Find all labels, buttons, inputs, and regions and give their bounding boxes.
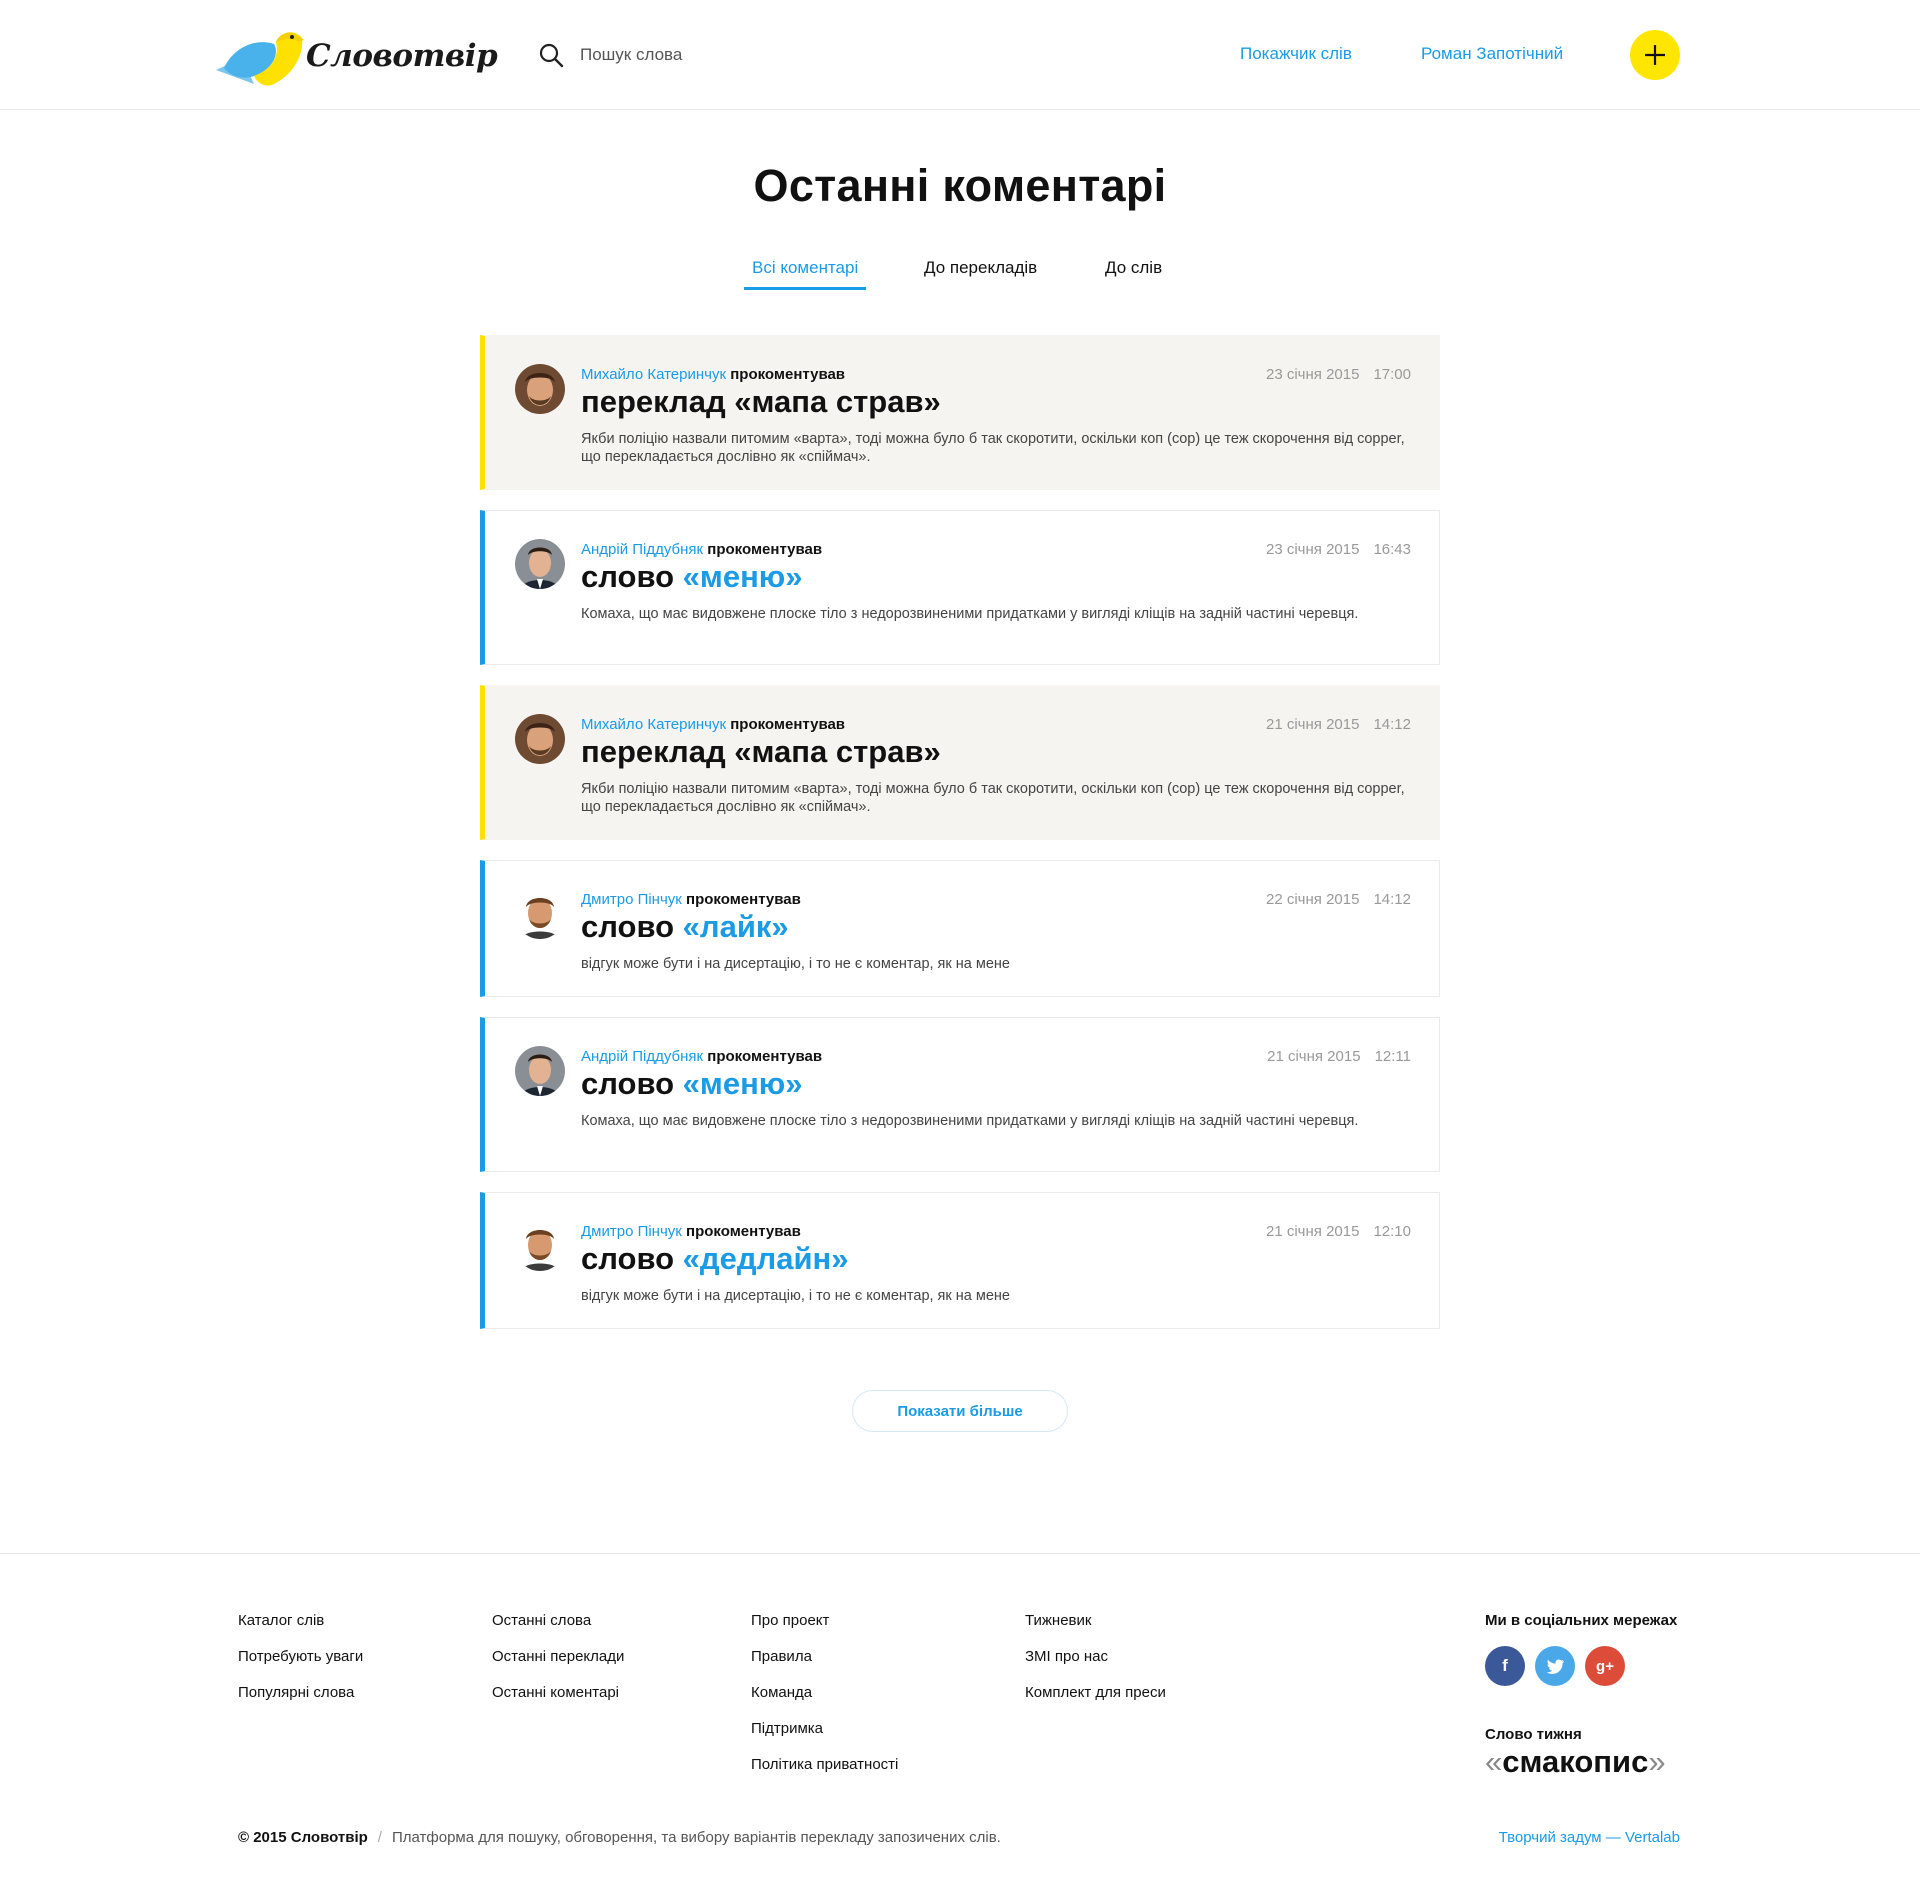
bird-logo-icon: [216, 32, 304, 86]
footer-link[interactable]: Популярні слова: [238, 1684, 363, 1702]
comment-subject[interactable]: слово «лайк»: [581, 909, 1411, 945]
tab-to-words[interactable]: До слів: [1105, 258, 1162, 290]
comment-date: 21 січня 2015 14:12: [1266, 716, 1411, 733]
nav-user-profile[interactable]: Роман Запотічний: [1421, 44, 1563, 64]
footer-col-press: Тижневик ЗМІ про нас Комплект для преси: [1025, 1612, 1166, 1720]
comment-text: Комаха, що має видовжене плоске тіло з н…: [581, 606, 1359, 622]
footer-link[interactable]: Політика приватності: [751, 1756, 898, 1774]
copyright-line: © 2015 Словотвір / Платформа для пошуку, о…: [238, 1829, 1001, 1846]
footer-col-latest: Останні слова Останні переклади Останні …: [492, 1612, 624, 1720]
comment-subject[interactable]: слово «меню»: [581, 559, 1411, 595]
comment-text: відгук може бути і на дисертацію, і то н…: [581, 1288, 1010, 1304]
comment-action: прокоментував: [686, 891, 801, 908]
comment-author-link[interactable]: Андрій Піддубняк: [581, 541, 703, 558]
social-title: Ми в соціальних мережах: [1485, 1612, 1678, 1629]
add-word-button[interactable]: [1630, 30, 1680, 80]
separator: /: [377, 1829, 382, 1846]
search-input[interactable]: [580, 45, 840, 65]
comment-card[interactable]: 21 січня 2015 12:11 Андрій Піддубняк прок…: [480, 1017, 1440, 1172]
search-icon[interactable]: [538, 42, 564, 68]
comment-date: 23 січня 2015 16:43: [1266, 541, 1411, 558]
comment-card[interactable]: 23 січня 2015 17:00 Михайло Катеринчук пр…: [480, 335, 1440, 490]
footer-link[interactable]: Останні слова: [492, 1612, 624, 1630]
avatar[interactable]: [515, 1046, 565, 1096]
logo[interactable]: Словотвір: [214, 24, 498, 88]
comment-text: Якби поліцію назвали питомим «варта», то…: [581, 431, 1405, 465]
avatar[interactable]: [515, 889, 565, 939]
comment-author-link[interactable]: Михайло Катеринчук: [581, 716, 726, 733]
footer-link[interactable]: Каталог слів: [238, 1612, 363, 1630]
word-of-week[interactable]: «смакопис»: [1485, 1744, 1666, 1780]
page-title: Останні коментарі: [753, 160, 1167, 211]
plus-icon: [1645, 45, 1665, 65]
avatar[interactable]: [515, 1221, 565, 1271]
comment-action: прокоментував: [707, 1048, 823, 1065]
tab-to-translations[interactable]: До перекладів: [924, 258, 1037, 290]
comment-author-link[interactable]: Андрій Піддубняк: [581, 1048, 703, 1065]
comment-text: Комаха, що має видовжене плоске тіло з н…: [581, 1113, 1359, 1129]
comment-list: 23 січня 2015 17:00 Михайло Катеринчук пр…: [480, 335, 1440, 1349]
comment-subject[interactable]: переклад «мапа страв»: [581, 384, 1411, 420]
comment-card[interactable]: 21 січня 2015 12:10 Дмитро Пінчук прокоме…: [480, 1192, 1440, 1329]
facebook-icon[interactable]: f: [1485, 1646, 1525, 1686]
comment-text: відгук може бути і на дисертацію, і то н…: [581, 956, 1010, 972]
comment-date: 22 січня 2015 14:12: [1266, 891, 1411, 908]
word-of-week-label: Слово тижня: [1485, 1726, 1582, 1743]
footer-col-catalog: Каталог слів Потребують уваги Популярні …: [238, 1612, 363, 1720]
show-more-button[interactable]: Показати більше: [852, 1390, 1068, 1432]
credit-link[interactable]: Творчий задум — Vertalab: [1499, 1829, 1680, 1846]
footer-link[interactable]: Останні переклади: [492, 1648, 624, 1666]
comment-action: прокоментував: [730, 366, 846, 383]
avatar[interactable]: [515, 364, 565, 414]
footer: Каталог слів Потребують уваги Популярні …: [0, 1553, 1920, 1880]
comment-date: 21 січня 2015 12:11: [1267, 1048, 1411, 1065]
comment-card[interactable]: 22 січня 2015 14:12 Дмитро Пінчук прокоме…: [480, 860, 1440, 997]
copyright: © 2015 Словотвір: [238, 1829, 368, 1846]
comment-author-link[interactable]: Дмитро Пінчук: [581, 891, 682, 908]
footer-link[interactable]: Комплект для преси: [1025, 1684, 1166, 1702]
footer-link[interactable]: Тижневик: [1025, 1612, 1166, 1630]
comment-card[interactable]: 23 січня 2015 16:43 Андрій Піддубняк прок…: [480, 510, 1440, 665]
header: Словотвір Покажчик слів Роман Запотічний: [0, 0, 1920, 110]
footer-link[interactable]: ЗМІ про нас: [1025, 1648, 1166, 1666]
comment-date: 23 січня 2015 17:00: [1266, 366, 1411, 383]
avatar[interactable]: [515, 539, 565, 589]
avatar[interactable]: [515, 714, 565, 764]
footer-link[interactable]: Правила: [751, 1648, 898, 1666]
comment-author-link[interactable]: Дмитро Пінчук: [581, 1223, 682, 1240]
footer-link[interactable]: Про проект: [751, 1612, 898, 1630]
comment-subject[interactable]: слово «дедлайн»: [581, 1241, 1411, 1277]
comment-text: Якби поліцію назвали питомим «варта», то…: [581, 781, 1405, 815]
comment-filter-tabs: Всі коментарі До перекладів До слів: [0, 258, 1920, 292]
footer-link[interactable]: Команда: [751, 1684, 898, 1702]
nav-word-index[interactable]: Покажчик слів: [1240, 44, 1352, 64]
comment-author-link[interactable]: Михайло Катеринчук: [581, 366, 726, 383]
twitter-icon[interactable]: [1535, 1646, 1575, 1686]
google-plus-icon[interactable]: g+: [1585, 1646, 1625, 1686]
footer-link[interactable]: Підтримка: [751, 1720, 898, 1738]
comment-subject[interactable]: слово «меню»: [581, 1066, 1411, 1102]
comment-card[interactable]: 21 січня 2015 14:12 Михайло Катеринчук пр…: [480, 685, 1440, 840]
footer-link[interactable]: Потребують уваги: [238, 1648, 363, 1666]
brand-name: Словотвір: [306, 38, 498, 74]
search-bar: [538, 40, 840, 70]
comment-subject[interactable]: переклад «мапа страв»: [581, 734, 1411, 770]
comment-action: прокоментував: [686, 1223, 801, 1240]
tab-all-comments[interactable]: Всі коментарі: [744, 258, 867, 290]
site-description: Платформа для пошуку, обговорення, та ви…: [391, 1829, 1001, 1846]
comment-date: 21 січня 2015 12:10: [1266, 1223, 1411, 1240]
footer-link[interactable]: Останні коментарі: [492, 1684, 624, 1702]
footer-col-project: Про проект Правила Команда Підтримка Пол…: [751, 1612, 898, 1792]
comment-action: прокоментував: [707, 541, 823, 558]
comment-action: прокоментував: [730, 716, 846, 733]
